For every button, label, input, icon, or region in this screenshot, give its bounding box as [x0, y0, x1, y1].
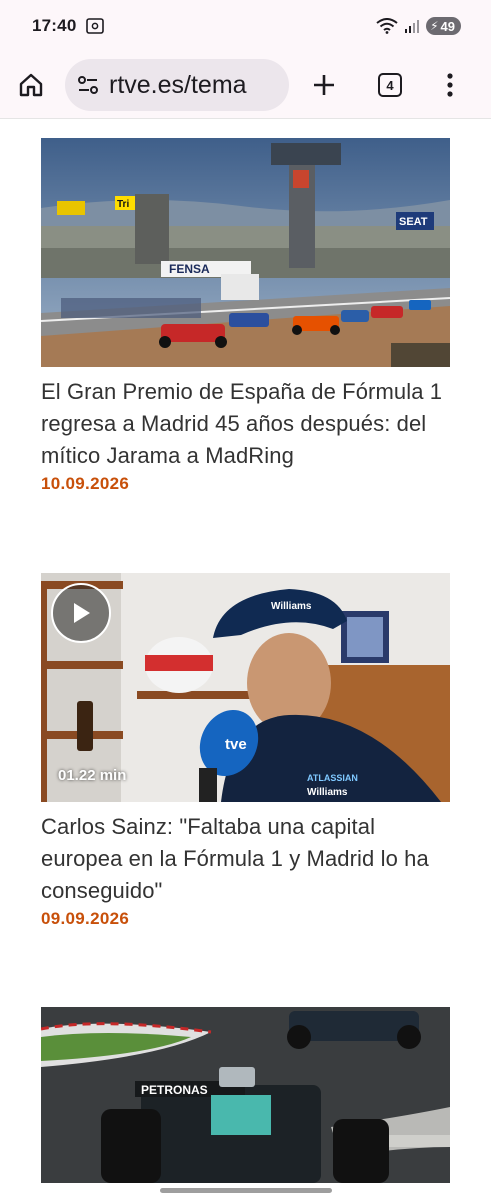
- menu-button[interactable]: [427, 62, 473, 108]
- url-text[interactable]: rtve.es/tema: [109, 71, 247, 100]
- article-image-f1-car[interactable]: PETRONAS: [41, 1007, 450, 1183]
- article-card[interactable]: PETRONAS: [41, 1007, 450, 1183]
- tab-count: 4: [378, 73, 402, 97]
- grandstand-sign: FENSA: [169, 262, 210, 276]
- gesture-bar[interactable]: [160, 1188, 332, 1193]
- video-duration: 01.22 min: [58, 767, 127, 784]
- new-tab-button[interactable]: [301, 62, 347, 108]
- article-image-race-start[interactable]: FENSA Tri SEAT: [41, 138, 450, 367]
- article-title[interactable]: Carlos Sainz: "Faltaba una capital europ…: [41, 811, 450, 907]
- screenshot-icon: [86, 18, 105, 34]
- browser-toolbar: rtve.es/tema 4: [0, 52, 491, 118]
- shirt-logo: Williams: [307, 787, 348, 798]
- article-date: 09.09.2026: [41, 909, 130, 928]
- more-vert-icon: [447, 73, 453, 97]
- sponsor-sign: SEAT: [399, 216, 428, 228]
- mic-logo: tve: [225, 736, 247, 753]
- cap-logo: Williams: [271, 601, 312, 612]
- car-sponsor: PETRONAS: [141, 1083, 208, 1097]
- address-bar[interactable]: rtve.es/tema: [65, 59, 289, 111]
- play-button[interactable]: [51, 583, 111, 643]
- wifi-icon: [376, 18, 398, 34]
- play-icon: [74, 603, 90, 623]
- banner-sign: Tri: [117, 199, 129, 210]
- battery-level: 49: [440, 18, 455, 34]
- article-card[interactable]: FENSA Tri SEAT El Gran Premio de España …: [41, 138, 450, 494]
- signal-icon: [405, 20, 420, 33]
- tab-switcher-button[interactable]: 4: [367, 62, 413, 108]
- article-card[interactable]: Williams ATLASSIAN Williams tve 01.22 mi…: [41, 573, 450, 929]
- home-icon: [19, 73, 43, 97]
- site-settings-icon[interactable]: [77, 74, 99, 96]
- article-title[interactable]: El Gran Premio de España de Fórmula 1 re…: [41, 376, 450, 472]
- clock: 17:40: [32, 16, 77, 35]
- status-bar: 17:40 ⚡ 49: [0, 0, 491, 52]
- battery-indicator: ⚡ 49: [426, 17, 461, 35]
- plus-icon: [314, 75, 334, 95]
- home-button[interactable]: [8, 62, 54, 108]
- article-date: 10.09.2026: [41, 474, 130, 493]
- shirt-sponsor: ATLASSIAN: [307, 773, 358, 783]
- page-content: FENSA Tri SEAT El Gran Premio de España …: [0, 118, 491, 1200]
- charging-icon: ⚡: [430, 19, 439, 33]
- video-thumbnail[interactable]: Williams ATLASSIAN Williams tve 01.22 mi…: [41, 573, 450, 802]
